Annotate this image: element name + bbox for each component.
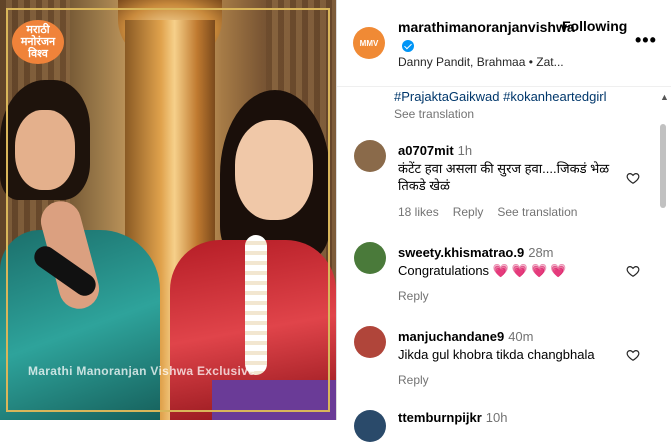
heart-emojis: 💗💗💗💗 (492, 263, 570, 278)
comment-username[interactable]: manjuchandane9 40m (398, 329, 534, 344)
account-avatar[interactable]: MMV (353, 27, 385, 59)
comment-text: Jikda gul khobra tikda changbhala (398, 347, 595, 362)
like-heart-icon[interactable] (626, 264, 640, 278)
comments-panel: MMV marathimanoranjanvishwa Following ••… (336, 0, 671, 442)
comment-time: 1h (457, 143, 473, 158)
reply-link[interactable]: Reply (398, 373, 429, 387)
caption-see-translation[interactable]: See translation (394, 107, 474, 121)
post-header: MMV marathimanoranjanvishwa Following ••… (337, 0, 671, 87)
username-text[interactable]: marathimanoranjanvishwa (398, 19, 575, 35)
verified-badge-icon (402, 40, 414, 53)
channel-logo: मराठी मनोरंजन विश्व (12, 20, 64, 64)
audio-subline[interactable]: Danny Pandit, Brahmaa • Zat... (398, 55, 598, 69)
post-media[interactable]: मराठी मनोरंजन विश्व Marathi Manoranjan V… (0, 0, 336, 420)
reply-link[interactable]: Reply (453, 205, 484, 219)
account-username[interactable]: marathimanoranjanvishwa (398, 18, 575, 54)
comment-actions: Reply (398, 373, 443, 387)
commenter-avatar[interactable] (354, 326, 386, 358)
flower-garland (245, 235, 267, 375)
reply-link[interactable]: Reply (398, 289, 429, 303)
gift-box (212, 380, 336, 420)
more-options-icon[interactable]: ••• (635, 30, 657, 51)
scrollbar-thumb[interactable] (660, 124, 666, 208)
like-heart-icon[interactable] (626, 348, 640, 362)
following-button[interactable]: Following (562, 18, 627, 34)
comment-time: 40m (508, 329, 534, 344)
like-heart-icon[interactable] (626, 171, 640, 185)
comment-text: कंटेंट हवा असला की सुरज हवा....जिकडं भेळ… (398, 161, 610, 193)
see-translation-link[interactable]: See translation (497, 205, 577, 219)
comment-text: Congratulations 💗💗💗💗 (398, 263, 570, 278)
comment-username[interactable]: ttemburnpijkr 10h (398, 410, 508, 425)
scroll-up-icon[interactable]: ▲ (660, 92, 669, 102)
comment-username[interactable]: a0707mit 1h (398, 143, 472, 158)
caption-hashtags[interactable]: #PrajaktaGaikwad #kokanheartedgirl (394, 89, 606, 104)
commenter-avatar[interactable] (354, 410, 386, 442)
comment-username[interactable]: sweety.khismatrao.9 28m (398, 245, 554, 260)
comment-time: 28m (528, 245, 554, 260)
commenter-avatar[interactable] (354, 242, 386, 274)
likes-count[interactable]: 18 likes (398, 205, 439, 219)
comment-actions: Reply (398, 289, 443, 303)
watermark-text: Marathi Manoranjan Vishwa Exclusive (28, 364, 256, 378)
commenter-avatar[interactable] (354, 140, 386, 172)
comment-time: 10h (485, 410, 508, 425)
comment-actions: 18 likes Reply See translation (398, 205, 591, 219)
